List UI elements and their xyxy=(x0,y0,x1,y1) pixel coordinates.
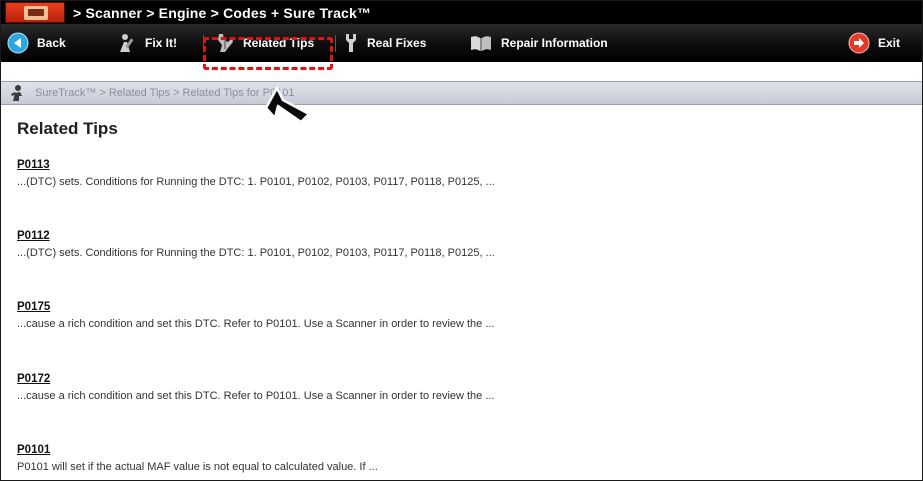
fix-it-button[interactable]: Fix It! xyxy=(117,24,177,62)
tips-wrench-icon xyxy=(215,32,235,54)
tip-snippet: ...cause a rich condition and set this D… xyxy=(17,390,495,402)
exit-button[interactable]: Exit xyxy=(848,24,900,62)
tip-code-link[interactable]: P0175 xyxy=(17,301,50,313)
tip-code-link[interactable]: P0172 xyxy=(17,373,50,385)
real-fixes-button[interactable]: Real Fixes xyxy=(343,24,426,62)
tip-snippet: ...cause a rich condition and set this D… xyxy=(17,318,495,330)
tip-snippet: P0101 will set if the actual MAF value i… xyxy=(17,461,378,473)
pointer-arrow-icon xyxy=(263,86,313,137)
back-button[interactable]: Back xyxy=(7,24,66,62)
tip-code-link[interactable]: P0112 xyxy=(17,230,50,242)
breadcrumb-text[interactable]: SureTrack™ > Related Tips > Related Tips… xyxy=(35,87,294,99)
list-item: P0101 P0101 will set if the actual MAF v… xyxy=(17,440,897,473)
tip-snippet: ...(DTC) sets. Conditions for Running th… xyxy=(17,247,495,259)
app-window: > Scanner > Engine > Codes + Sure Track™… xyxy=(0,0,923,481)
list-item: P0113 ...(DTC) sets. Conditions for Runn… xyxy=(17,155,897,188)
person-icon xyxy=(9,84,25,102)
exit-arrow-icon xyxy=(848,32,870,54)
wrench-icon xyxy=(343,32,359,54)
toolbar: Back Fix It! Related Tips Real Fixes Rep… xyxy=(1,24,922,62)
back-arrow-icon xyxy=(7,32,29,54)
navigation-path: > Scanner > Engine > Codes + Sure Track™ xyxy=(73,4,372,21)
repair-information-button[interactable]: Repair Information xyxy=(469,24,608,62)
breadcrumb: SureTrack™ > Related Tips > Related Tips… xyxy=(1,81,922,105)
tip-code-link[interactable]: P0113 xyxy=(17,159,50,171)
title-bar: > Scanner > Engine > Codes + Sure Track™ xyxy=(1,1,922,24)
fix-it-label: Fix It! xyxy=(145,36,177,50)
toolbar-divider xyxy=(203,35,204,52)
repair-information-label: Repair Information xyxy=(501,36,608,50)
tip-code-link[interactable]: P0101 xyxy=(17,444,50,456)
main-content: Related Tips P0113 ...(DTC) sets. Condit… xyxy=(17,119,897,473)
list-item: P0172 ...cause a rich condition and set … xyxy=(17,369,897,402)
exit-label: Exit xyxy=(878,36,901,50)
back-label: Back xyxy=(37,36,66,50)
toolbar-divider xyxy=(335,35,336,52)
real-fixes-label: Real Fixes xyxy=(367,36,427,50)
related-tips-label: Related Tips xyxy=(243,36,315,50)
list-item: P0175 ...cause a rich condition and set … xyxy=(17,297,897,330)
tip-snippet: ...(DTC) sets. Conditions for Running th… xyxy=(17,176,495,188)
related-tips-button[interactable]: Related Tips xyxy=(215,24,314,62)
book-icon xyxy=(469,33,493,53)
wrench-person-icon xyxy=(117,32,137,54)
page-title: Related Tips xyxy=(17,119,118,138)
list-item: P0112 ...(DTC) sets. Conditions for Runn… xyxy=(17,226,897,259)
app-logo xyxy=(5,2,65,23)
